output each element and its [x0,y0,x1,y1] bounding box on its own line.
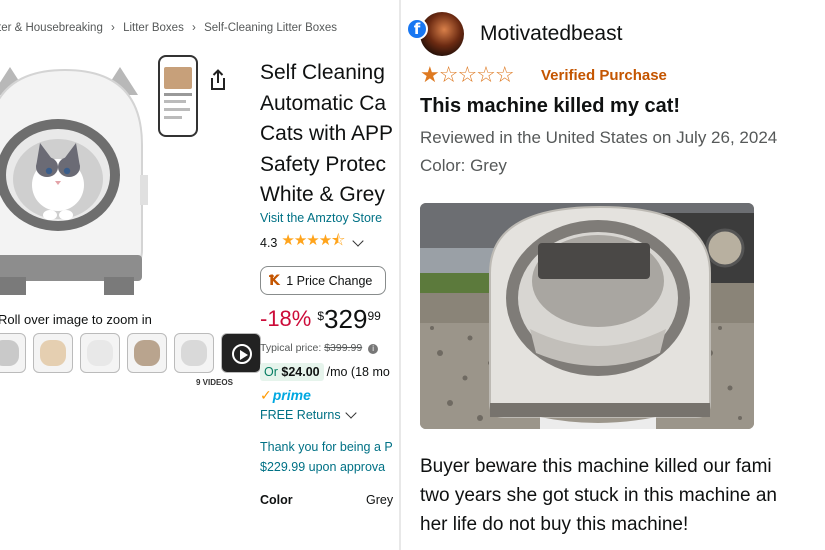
free-returns-label: FREE Returns [260,408,341,422]
share-icon[interactable] [207,68,229,92]
app-preview-thumbnail[interactable] [158,55,198,137]
color-option-label: Color [260,493,293,507]
product-title-line: Cats with APP [260,122,394,145]
review-title: This machine killed my cat! [420,95,681,117]
play-icon [232,344,252,364]
reviewer-name[interactable]: Motivatedbeast [480,22,622,46]
breadcrumb-item-litter-boxes[interactable]: Litter Boxes [123,22,184,34]
monthly-prefix: Or [264,365,278,379]
product-title: Self Cleaning Automatic Ca Cats with APP… [260,58,399,211]
price-history-icon: Ꝁ [269,272,279,288]
typical-price: Typical price: $399.99 i [260,342,379,354]
video-thumbnail[interactable] [221,333,261,373]
app-screen-line [164,116,182,119]
product-title-line: Safety Protec [260,152,387,176]
store-link[interactable]: Visit the Amztoy Store [260,211,382,225]
verified-purchase-badge: Verified Purchase [541,67,667,84]
breadcrumb-separator: › [192,22,196,34]
breadcrumb-item-self-cleaning[interactable]: Self-Cleaning Litter Boxes [204,22,337,34]
monthly-payment-pill: Or $24.00 [260,363,324,381]
discount-percent: -18% [260,306,312,331]
review-body-line: Buyer beware this machine killed our fam… [420,456,772,477]
breadcrumb-item-housebreaking[interactable]: ter & Housebreaking [0,22,103,34]
rating-summary[interactable]: 4.3 ★★★★⯪ [260,230,365,255]
thumbnail-image[interactable] [80,333,120,373]
star-empty-icon: ☆☆☆☆ [438,62,515,87]
monthly-payment[interactable]: Or $24.00 /mo (18 mo [260,363,390,381]
product-page-panel: ter & Housebreaking › Litter Boxes › Sel… [0,0,399,550]
free-returns-link[interactable]: FREE Returns [260,407,357,422]
review-body-line: her life do not buy this machine! [420,514,689,535]
price-currency: $ [317,309,325,323]
monthly-amount: $24.00 [281,365,320,379]
price-change-label: 1 Price Change [286,273,373,288]
product-main-image[interactable] [0,55,160,300]
prime-check-icon: ✓ [260,387,272,403]
breadcrumb-separator: › [111,22,115,34]
app-screen-line [164,93,192,96]
videos-count: 9 VIDEOS [196,378,233,387]
facebook-icon: f [406,18,428,40]
chevron-down-icon [352,234,365,247]
app-screen-image [164,67,192,89]
card-offer-line: Thank you for being a P [260,440,393,454]
thumbnail-image[interactable] [0,333,26,373]
star-filled-icon: ★ [420,62,440,87]
product-title-line: Automatic Ca [260,91,387,115]
review-star-rating: ★☆☆☆☆ [420,62,515,88]
review-photo[interactable] [420,203,754,429]
price-fraction: 99 [367,309,381,323]
app-screen-line [164,100,186,103]
prime-label: prime [272,387,311,403]
card-offer-link[interactable]: Thank you for being a P $229.99 upon app… [260,437,393,477]
rating-value: 4.3 [260,235,278,250]
monthly-terms: /mo (18 mo [326,365,390,379]
zoom-hint: Roll over image to zoom in [0,312,152,327]
review-body: Buyer beware this machine killed our fam… [420,452,777,539]
product-title-line: Self Cleaning [260,61,385,84]
thumbnail-image[interactable] [174,333,214,373]
product-title-line: White & Grey [260,183,385,206]
thumbnail-image[interactable] [127,333,167,373]
app-screen-line [164,108,190,111]
breadcrumb: ter & Housebreaking › Litter Boxes › Sel… [0,22,337,34]
typical-price-label: Typical price: [260,342,322,354]
price-change-button[interactable]: Ꝁ 1 Price Change [260,266,386,295]
color-option-value: Grey [366,493,394,507]
review-color-variant: Color: Grey [420,156,507,175]
typical-price-value: $399.99 [324,342,363,354]
price-block: -18% $ 329 99 [260,304,381,335]
card-offer-line: $229.99 upon approva [260,460,386,474]
chevron-down-icon [344,407,357,419]
info-icon[interactable]: i [368,344,379,354]
star-rating-icon: ★★★★⯪ [281,232,345,249]
review-body-line: two years she got stuck in this machine … [420,485,777,506]
thumbnail-image[interactable] [33,333,73,373]
price-whole: 329 [324,304,368,334]
review-date: Reviewed in the United States on July 26… [420,128,778,147]
image-thumbnail-strip [0,333,261,373]
review-panel: f Motivatedbeast ★☆☆☆☆ Verified Purchase… [401,0,825,550]
prime-badge: ✓prime [260,387,311,404]
